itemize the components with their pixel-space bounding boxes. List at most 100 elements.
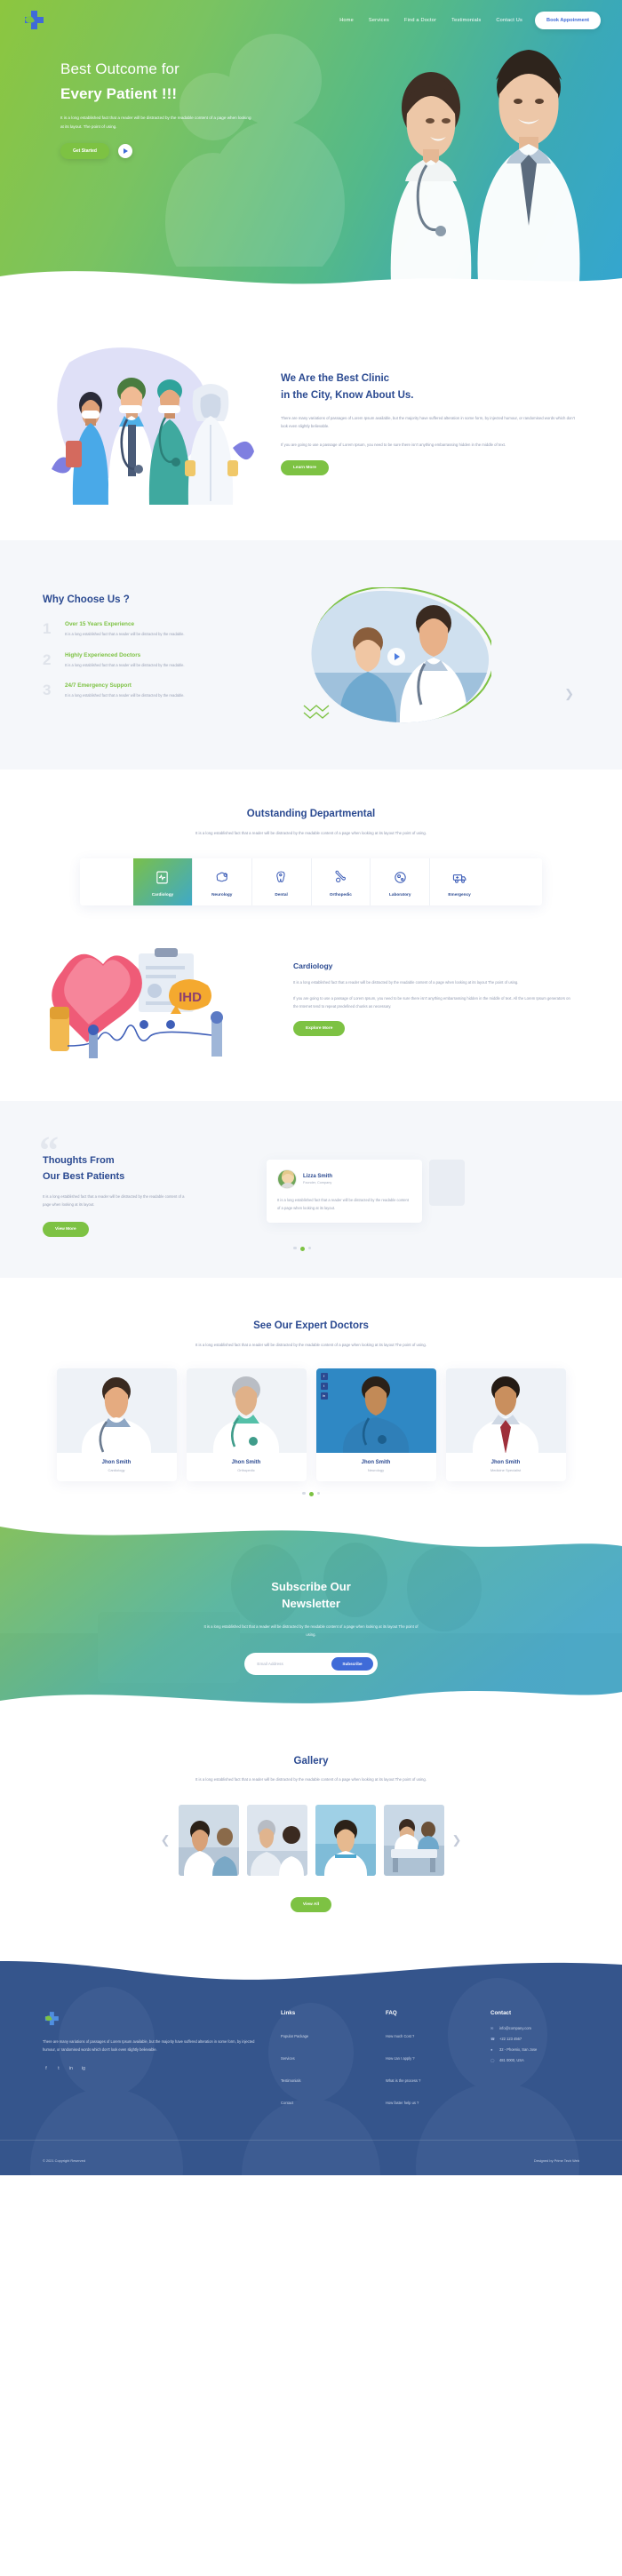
- gallery-next-arrow-icon[interactable]: ❯: [452, 1833, 462, 1847]
- twitter-icon[interactable]: t: [320, 1382, 328, 1390]
- ambulance-icon: [432, 868, 487, 888]
- facebook-icon[interactable]: f: [43, 2065, 50, 2072]
- doctors-subtitle: It is a long established fact that a rea…: [195, 1342, 427, 1347]
- nav-item-find-a-doctor[interactable]: Find a Doctor: [404, 18, 436, 23]
- learn-more-button[interactable]: Learn More: [281, 459, 329, 475]
- tab-cardiology[interactable]: Cardiology: [133, 857, 193, 905]
- facebook-icon[interactable]: f: [320, 1372, 328, 1380]
- hero-section: Home Services Find a Doctor Testimonials…: [0, 0, 622, 293]
- testimonial-dot[interactable]: [307, 1246, 311, 1250]
- ihd-badge-text: IHD: [179, 990, 202, 1005]
- video-play-icon[interactable]: [387, 647, 405, 666]
- why-item: 1 Over 15 Years Experience It is a long …: [43, 621, 283, 639]
- footer-contact-address[interactable]: 32 - Phoenix, San Jose: [499, 2047, 537, 2052]
- doctor-card[interactable]: Jhon Smith Cardiology: [56, 1368, 177, 1481]
- tab-label: Orthopedic: [329, 891, 352, 897]
- doctor-card[interactable]: Jhon Smith Orthopedic: [186, 1368, 307, 1481]
- footer-link-services[interactable]: Services: [281, 2056, 295, 2061]
- linkedin-icon[interactable]: in: [320, 1392, 328, 1400]
- footer-contact-title: Contact: [490, 2010, 512, 2017]
- instagram-icon[interactable]: ig: [80, 2065, 87, 2072]
- doctors-dot[interactable]: [302, 1491, 306, 1495]
- gallery-item[interactable]: [383, 1805, 444, 1877]
- medical-cross-logo[interactable]: [21, 8, 46, 33]
- department-paragraph-1: It is a long established fact that a rea…: [293, 979, 519, 985]
- nav-item-services[interactable]: Services: [369, 18, 389, 23]
- footer-copyright: © 2021 Copyright Reserved: [43, 2158, 86, 2164]
- view-more-button[interactable]: View More: [43, 1221, 89, 1237]
- doctors-dot[interactable]: [316, 1491, 320, 1495]
- play-video-icon[interactable]: [117, 144, 132, 159]
- footer-faq-process[interactable]: What is the process ?: [386, 2078, 420, 2083]
- doctor-card[interactable]: f t in Jhon Smith Neurology: [315, 1368, 436, 1481]
- get-started-button[interactable]: Get Started: [60, 143, 109, 160]
- footer-contact-email[interactable]: info@company.com: [499, 2026, 531, 2030]
- testimonial-dot[interactable]: [293, 1246, 297, 1250]
- footer-section: There are many variations of passages of…: [0, 1946, 622, 2176]
- doctor-card[interactable]: Jhon Smith Medicine Specialist: [445, 1368, 566, 1481]
- testimonial-dot[interactable]: [299, 1246, 305, 1251]
- newsletter-field-wrap: Subscribe: [244, 1652, 378, 1675]
- footer-logo-icon[interactable]: [43, 2010, 60, 2028]
- testimonials-left: “ Thoughts From Our Best Patients It is …: [39, 1130, 247, 1237]
- why-item-title: 24/7 Emergency Support: [65, 682, 132, 690]
- hero-actions: Get Started: [60, 143, 293, 160]
- tab-orthopedic[interactable]: Orthopedic: [311, 857, 371, 905]
- twitter-icon[interactable]: t: [55, 2065, 62, 2072]
- footer-faq-cost[interactable]: How much Cost ?: [386, 2034, 414, 2038]
- book-appointment-button[interactable]: Book Appoinment: [535, 12, 601, 29]
- footer-faq-apply[interactable]: How can I apply ?: [386, 2056, 415, 2061]
- tab-label: Neurology: [211, 891, 233, 897]
- footer-faq-help[interactable]: How faster help us ?: [386, 2101, 419, 2105]
- testimonial-role: Founder, Company: [303, 1180, 332, 1184]
- nav-item-contact-us[interactable]: Contact Us: [496, 18, 522, 23]
- gallery-item[interactable]: [315, 1805, 376, 1877]
- tab-dental[interactable]: Dental: [251, 857, 312, 905]
- about-section: We Are the Best Clinic in the City, Know…: [0, 293, 622, 540]
- hero-title-line1: Best Outcome for: [60, 60, 179, 77]
- footer-link-contact[interactable]: Contact: [281, 2101, 293, 2105]
- testimonial-head: Lizza Smith Founder, Company: [277, 1168, 411, 1189]
- testimonials-paragraph: It is a long established fact that a rea…: [43, 1194, 185, 1207]
- tab-emergency[interactable]: Emergency: [430, 857, 489, 905]
- doctors-dot[interactable]: [308, 1491, 314, 1496]
- why-item-text: It is a long established fact that a rea…: [65, 632, 185, 636]
- subscribe-button[interactable]: Subscribe: [331, 1656, 373, 1671]
- why-left: Why Choose Us ? 1 Over 15 Years Experien…: [43, 580, 283, 714]
- footer-bottom-bar: © 2021 Copyright Reserved Designed by Pr…: [0, 2140, 622, 2175]
- why-next-arrow-icon[interactable]: ❯: [564, 687, 574, 701]
- footer-contact-zip[interactable]: 481 0000, USA: [499, 2058, 524, 2062]
- doctors-grid: Jhon Smith Cardiology Jhon Smith Orthope…: [0, 1368, 622, 1481]
- email-input[interactable]: [257, 1661, 327, 1666]
- linkedin-icon[interactable]: in: [68, 2065, 75, 2072]
- newsletter-form: Subscribe: [0, 1652, 622, 1675]
- footer-contact-phone[interactable]: +22 123 4567: [499, 2037, 522, 2041]
- view-all-button[interactable]: View All: [290, 1897, 332, 1913]
- about-title-line1: We Are the Best Clinic: [281, 373, 390, 385]
- gallery-item[interactable]: [246, 1805, 307, 1877]
- doctor-meta: Jhon Smith Orthopedic: [187, 1453, 307, 1481]
- gallery-item[interactable]: [178, 1805, 239, 1877]
- testimonial-name: Lizza Smith: [303, 1173, 333, 1179]
- tab-label: Dental: [275, 891, 288, 897]
- doctor-meta: Jhon Smith Neurology: [316, 1453, 436, 1481]
- hero-content: Best Outcome for Every Patient !!! It is…: [0, 33, 293, 160]
- nav-item-home[interactable]: Home: [339, 18, 354, 23]
- footer-links-title: Links: [281, 2010, 296, 2017]
- doctor-name: Jhon Smith: [101, 1459, 132, 1465]
- tab-neurology[interactable]: Neurology: [192, 857, 252, 905]
- newsletter-paragraph: It is a long established fact that a rea…: [203, 1623, 419, 1637]
- footer-link-popular-package[interactable]: Popular Package: [281, 2034, 308, 2038]
- mail-icon: ✉: [490, 2026, 494, 2031]
- why-item-number: 1: [43, 620, 52, 637]
- why-item-text: It is a long established fact that a rea…: [65, 693, 185, 698]
- footer-link-testimonials[interactable]: Testimonials: [281, 2078, 301, 2083]
- gallery-subtitle: It is a long established fact that a rea…: [195, 1777, 427, 1782]
- gallery-prev-arrow-icon[interactable]: ❮: [161, 1833, 171, 1847]
- tab-laboratory[interactable]: Laboratory: [371, 857, 431, 905]
- department-paragraph-2: If you are going to use a passage of Lor…: [293, 995, 570, 1009]
- explore-more-button[interactable]: Explore More: [293, 1020, 346, 1036]
- nav-item-testimonials[interactable]: Testimonials: [451, 18, 481, 23]
- doctor-specialty: Orthopedic: [237, 1467, 255, 1472]
- newsletter-title-line1: Subscribe Our: [271, 1579, 351, 1593]
